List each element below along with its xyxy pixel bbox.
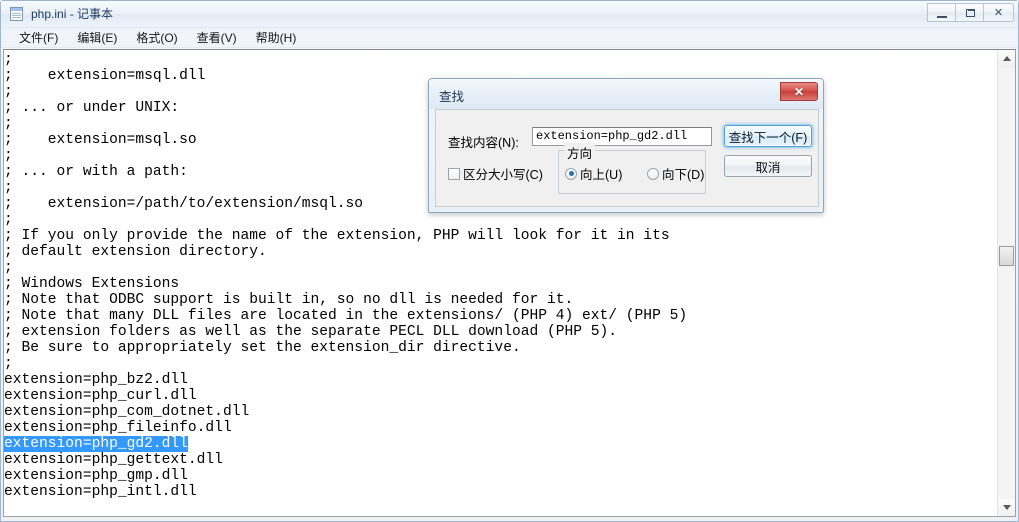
editor-line[interactable]: ; extension folders as well as the separ… — [4, 324, 984, 340]
editor-line[interactable]: extension=php_gd2.dll — [4, 436, 984, 452]
find-dialog-close-button[interactable]: ✕ — [780, 82, 818, 101]
menu-item-format[interactable]: 格式(O) — [129, 27, 184, 48]
maximize-icon — [966, 9, 975, 17]
match-case-label: 区分大小写(C) — [463, 168, 543, 182]
editor-line[interactable]: ; — [4, 52, 984, 68]
editor-line[interactable]: ; Windows Extensions — [4, 276, 984, 292]
scroll-up-button[interactable] — [998, 50, 1015, 67]
editor-line[interactable]: ; — [4, 260, 984, 276]
titlebar-left: php.ini - 记事本 — [9, 5, 113, 23]
direction-legend-label: 方向 — [564, 143, 596, 162]
cancel-button[interactable]: 取消 — [724, 155, 812, 177]
editor-line[interactable]: ; Be sure to appropriately set the exten… — [4, 340, 984, 356]
radio-down-icon — [647, 167, 659, 180]
find-next-button[interactable]: 查找下一个(F) — [724, 125, 812, 147]
notepad-icon — [9, 6, 25, 22]
scroll-down-arrow-icon — [1002, 505, 1011, 510]
window-buttons: ✕ — [927, 3, 1014, 22]
menu-item-file[interactable]: 文件(F) — [12, 27, 65, 48]
direction-up-radio[interactable]: 向上(U) — [565, 164, 622, 183]
find-what-label: 查找内容(N): — [448, 136, 519, 150]
match-case-checkbox[interactable]: 区分大小写(C) — [448, 164, 543, 183]
direction-down-label: 向下(D) — [662, 168, 705, 182]
find-dialog-body: 查找内容(N): extension=php_gd2.dll 查找下一个(F) … — [435, 109, 819, 207]
editor-line[interactable]: extension=php_gmp.dll — [4, 468, 984, 484]
editor-line[interactable]: ; Note that ODBC support is built in, so… — [4, 292, 984, 308]
find-dialog-titlebar: 查找 ✕ — [429, 79, 823, 109]
editor-line[interactable]: ; — [4, 356, 984, 372]
window-bottom-strip — [1, 517, 1018, 521]
minimize-icon — [937, 16, 947, 18]
find-dialog: 查找 ✕ 查找内容(N): extension=php_gd2.dll 查找下一… — [428, 78, 824, 213]
scroll-up-arrow-icon — [1002, 56, 1011, 61]
radio-up-icon — [565, 167, 577, 180]
checkbox-icon — [448, 167, 460, 180]
scrollbar-thumb[interactable] — [999, 246, 1014, 266]
editor-line[interactable]: extension=php_fileinfo.dll — [4, 420, 984, 436]
menu-item-help[interactable]: 帮助(H) — [249, 27, 304, 48]
maximize-button[interactable] — [955, 3, 984, 22]
close-icon: ✕ — [993, 7, 1004, 19]
direction-down-radio[interactable]: 向下(D) — [647, 164, 704, 183]
minimize-button[interactable] — [927, 3, 956, 22]
menu-item-view[interactable]: 查看(V) — [190, 27, 244, 48]
editor-line[interactable]: ; If you only provide the name of the ex… — [4, 228, 984, 244]
close-button[interactable]: ✕ — [983, 3, 1014, 22]
editor-line[interactable]: ; — [4, 212, 984, 228]
find-what-input[interactable]: extension=php_gd2.dll — [532, 127, 712, 146]
editor-line[interactable]: extension=php_bz2.dll — [4, 372, 984, 388]
menu-item-edit[interactable]: 编辑(E) — [70, 27, 124, 48]
direction-up-label: 向上(U) — [580, 168, 623, 182]
window-titlebar: php.ini - 记事本 ✕ — [1, 1, 1018, 28]
find-dialog-title: 查找 — [439, 90, 465, 104]
selected-text[interactable]: extension=php_gd2.dll — [4, 436, 188, 452]
scroll-down-button[interactable] — [998, 499, 1015, 516]
vertical-scrollbar[interactable] — [997, 50, 1015, 516]
editor-line[interactable]: extension=php_intl.dll — [4, 484, 984, 500]
editor-line[interactable]: extension=php_curl.dll — [4, 388, 984, 404]
editor-line[interactable]: ; Note that many DLL files are located i… — [4, 308, 984, 324]
editor-line[interactable]: extension=php_gettext.dll — [4, 452, 984, 468]
editor-line[interactable]: ; default extension directory. — [4, 244, 984, 260]
window-title: php.ini - 记事本 — [31, 7, 114, 21]
editor-line[interactable]: extension=php_com_dotnet.dll — [4, 404, 984, 420]
menubar: 文件(F) 编辑(E) 格式(O) 查看(V) 帮助(H) — [1, 28, 1018, 48]
